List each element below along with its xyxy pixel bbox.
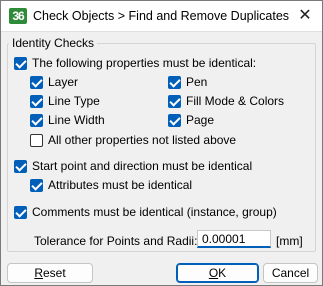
group-legend: Identity Checks <box>9 36 98 50</box>
following-properties-checkbox[interactable]: The following properties must be identic… <box>14 55 256 71</box>
line-type-checkbox[interactable]: Line Type <box>30 93 100 109</box>
checkbox-box[interactable] <box>30 113 43 127</box>
ok-label: K <box>218 266 227 280</box>
checkbox-label: Pen <box>186 75 208 89</box>
checkbox-box[interactable] <box>168 94 181 108</box>
pen-checkbox[interactable]: Pen <box>168 74 207 90</box>
checkbox-box[interactable] <box>168 75 181 89</box>
reset-label: eset <box>42 266 66 280</box>
reset-mnemonic: R <box>34 266 43 280</box>
checkbox-label: Line Type <box>48 94 100 108</box>
line-width-checkbox[interactable]: Line Width <box>30 112 105 128</box>
checkbox-box[interactable] <box>30 178 43 192</box>
checkbox-box[interactable] <box>30 133 43 147</box>
checkbox-box[interactable] <box>14 56 27 70</box>
checkbox-box[interactable] <box>168 113 181 127</box>
tolerance-input[interactable] <box>197 230 271 248</box>
checkbox-box[interactable] <box>30 75 43 89</box>
checkbox-label: Fill Mode & Colors <box>186 94 285 108</box>
app-icon: 36 <box>9 8 27 24</box>
checkbox-label: Page <box>186 113 215 127</box>
checkbox-box[interactable] <box>30 94 43 108</box>
title-bar[interactable]: 36 Check Objects > Find and Remove Dupli… <box>1 1 322 32</box>
page-checkbox[interactable]: Page <box>168 112 214 128</box>
cancel-button[interactable]: Cancel <box>263 263 318 283</box>
fill-mode-checkbox[interactable]: Fill Mode & Colors <box>168 93 284 109</box>
tolerance-label: Tolerance for Points and Radii: <box>34 234 198 248</box>
reset-button[interactable]: Reset <box>7 263 93 283</box>
dialog-window: 36 Check Objects > Find and Remove Dupli… <box>0 0 323 286</box>
ok-button[interactable]: OK <box>176 263 259 283</box>
checkbox-label: Line Width <box>48 113 105 127</box>
window-title: Check Objects > Find and Remove Duplicat… <box>33 9 290 23</box>
checkbox-box[interactable] <box>14 159 27 173</box>
all-other-properties-checkbox[interactable]: All other properties not listed above <box>30 132 236 148</box>
ok-mnemonic: O <box>208 266 219 280</box>
start-point-checkbox[interactable]: Start point and direction must be identi… <box>14 158 252 174</box>
checkbox-label: All other properties not listed above <box>48 133 237 147</box>
checkbox-label: Comments must be identical (instance, gr… <box>32 205 277 219</box>
close-icon[interactable]: ✕ <box>293 5 317 27</box>
tolerance-unit: [mm] <box>276 234 303 248</box>
attributes-checkbox[interactable]: Attributes must be identical <box>30 177 192 193</box>
layer-checkbox[interactable]: Layer <box>30 74 78 90</box>
checkbox-label: Start point and direction must be identi… <box>32 159 253 173</box>
checkbox-box[interactable] <box>14 205 27 219</box>
checkbox-label: Layer <box>48 75 79 89</box>
comments-checkbox[interactable]: Comments must be identical (instance, gr… <box>14 204 277 220</box>
checkbox-label: The following properties must be identic… <box>32 56 257 70</box>
checkbox-label: Attributes must be identical <box>48 178 193 192</box>
